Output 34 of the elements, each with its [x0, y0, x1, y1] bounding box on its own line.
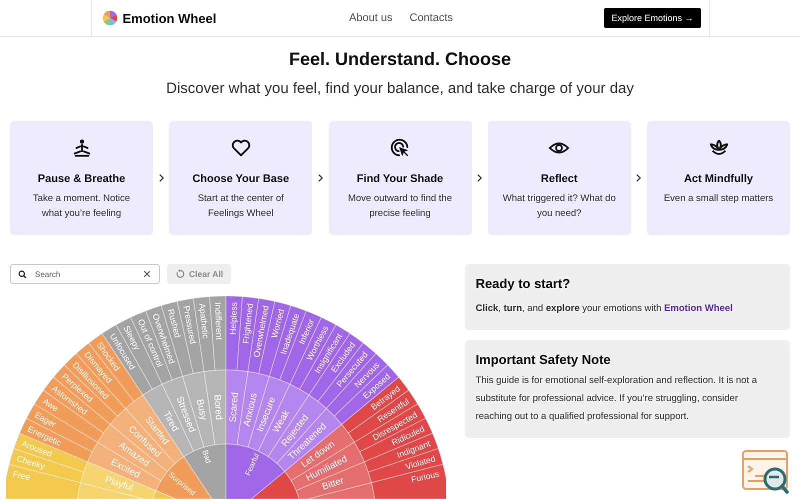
panel-title: Ready to start?	[476, 276, 572, 291]
page-title: Feel. Understand. Choose	[288, 48, 512, 70]
chevron-icon	[316, 173, 324, 183]
search-field[interactable]: Search	[10, 264, 160, 284]
reset-icon	[175, 269, 185, 279]
step-description: What triggered it? What do you need?	[502, 192, 617, 221]
step-title: Find Your Shade	[356, 173, 444, 185]
panel-title: Important Safety Note	[476, 352, 612, 367]
explore-button[interactable]: Explore Emotions →	[604, 8, 700, 28]
panel-text: Click, turn, and explore your emotions with Emotion Wheel	[476, 302, 734, 316]
step-description: Take a moment. Notice what you’re feeling	[32, 192, 132, 221]
browser-magnifier-icon[interactable]	[742, 450, 790, 494]
close-icon[interactable]	[143, 270, 151, 278]
emotion-wheel-link[interactable]: Emotion Wheel	[664, 303, 733, 314]
step-title: Pause & Breathe	[38, 173, 126, 185]
heart-icon	[230, 137, 252, 159]
chevron-icon	[476, 173, 484, 183]
chevron-icon	[158, 173, 165, 183]
panel-text: This guide is for emotional self-exploration and reflection. It is not a substitute for professional advice. If you’re struggling, consider reaching out to a qualified professional for support.	[476, 374, 758, 424]
step-title: Act Mindfully	[684, 173, 754, 185]
wheel-slice[interactable]: Indifferent	[209, 296, 226, 371]
chevron-icon	[635, 173, 642, 183]
logo-icon[interactable]	[102, 10, 118, 26]
logo-text[interactable]: Emotion Wheel	[122, 10, 216, 26]
step-description: Even a small step matters	[662, 192, 774, 206]
step-description: Move outward to find the precise feeling	[346, 192, 454, 221]
nav-link[interactable]: Contacts	[410, 12, 453, 24]
page-subtitle: Discover what you feel, find your balance, and take charge of your day	[165, 79, 635, 99]
step-title: Choose Your Base	[192, 173, 290, 185]
search-icon	[18, 270, 27, 278]
nav-link[interactable]: About us	[349, 12, 392, 24]
step-description: Start at the center of Feelings Wheel	[196, 192, 285, 221]
click-target-icon	[389, 137, 411, 159]
step-title: Reflect	[540, 173, 578, 185]
